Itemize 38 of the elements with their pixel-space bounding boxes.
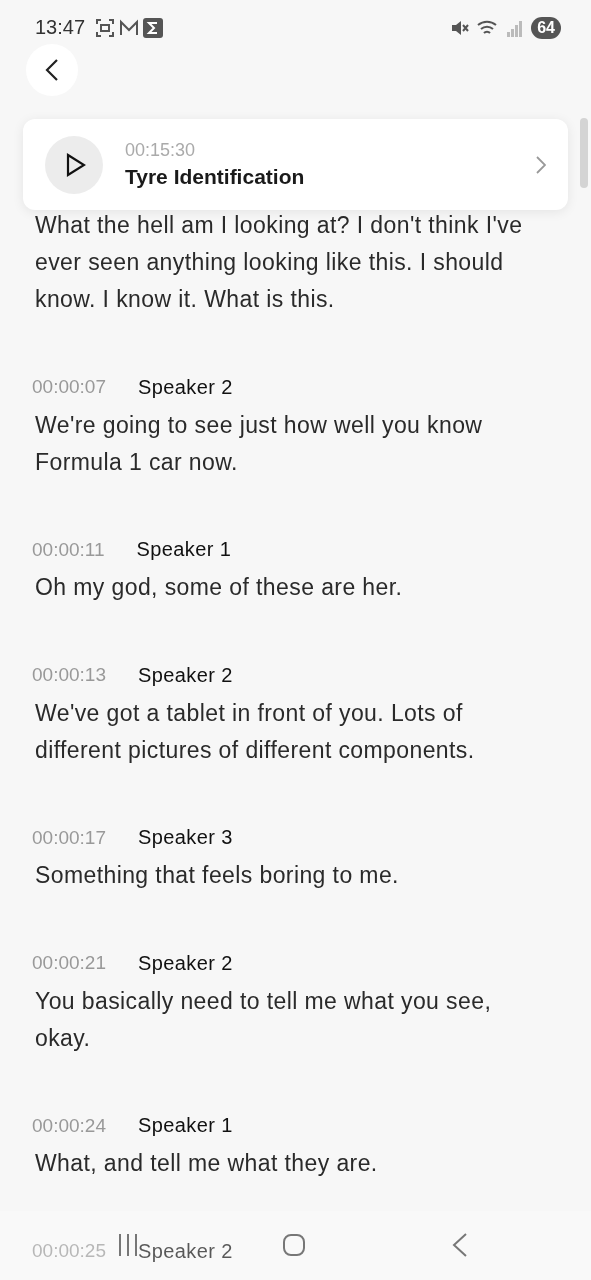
speaker-label: Speaker 1 xyxy=(136,538,232,561)
signal-icon xyxy=(507,18,524,37)
transcript-text: We're going to see just how well you know Formula 1 car now. xyxy=(35,410,484,477)
speaker-label: Speaker 3 xyxy=(137,826,233,849)
play-icon xyxy=(66,152,86,177)
clock: 13:47 xyxy=(35,16,86,39)
timestamp[interactable]: 00:00:13 xyxy=(32,664,106,686)
home-button[interactable] xyxy=(282,1233,306,1257)
chevron-right-icon[interactable] xyxy=(536,155,546,174)
recent-apps-button[interactable] xyxy=(118,1233,138,1257)
transcript-text: We've got a tablet in front of you. Lots of different pictures of different components. xyxy=(35,698,476,765)
timestamp[interactable]: 00:00:07 xyxy=(32,376,106,398)
speaker-label: Speaker 2 xyxy=(137,1239,233,1263)
transcript-text: Something that feels boring to me. xyxy=(35,861,400,890)
recording-duration: 00:15:30 xyxy=(125,140,197,161)
sigma-icon xyxy=(143,17,164,38)
transcript-text: Oh my god, some of these are her. xyxy=(35,573,404,602)
timestamp[interactable]: 00:00:24 xyxy=(32,1114,106,1137)
back-icon xyxy=(45,58,59,82)
timestamp[interactable]: 00:00:11 xyxy=(32,538,105,561)
speaker-label: Speaker 2 xyxy=(137,951,233,975)
speaker-label: Speaker 2 xyxy=(137,375,233,399)
back-button[interactable] xyxy=(26,44,78,96)
timestamp[interactable]: 00:00:21 xyxy=(32,952,106,974)
battery-indicator: 64 xyxy=(531,16,561,39)
transcript-text: What the hell am I looking at? I don't think I've ever seen anything looking like this. I should know. I know it. What is this. xyxy=(35,211,524,314)
scrollbar[interactable] xyxy=(580,118,588,188)
transcript-text: You basically need to tell me what you see, okay. xyxy=(35,986,493,1053)
mute-icon xyxy=(451,18,470,37)
mail-icon xyxy=(119,18,140,37)
screenshot-icon xyxy=(95,17,116,38)
recording-title[interactable]: Tyre Identification xyxy=(125,165,305,189)
speaker-label: Speaker 1 xyxy=(137,1114,233,1137)
transcript-text: What, and tell me what they are. xyxy=(35,1149,379,1178)
timestamp[interactable]: 00:00:17 xyxy=(32,826,106,849)
back-nav-button[interactable] xyxy=(452,1233,468,1257)
timestamp[interactable]: 00:00:25 xyxy=(32,1240,106,1262)
speaker-label: Speaker 2 xyxy=(137,663,233,687)
